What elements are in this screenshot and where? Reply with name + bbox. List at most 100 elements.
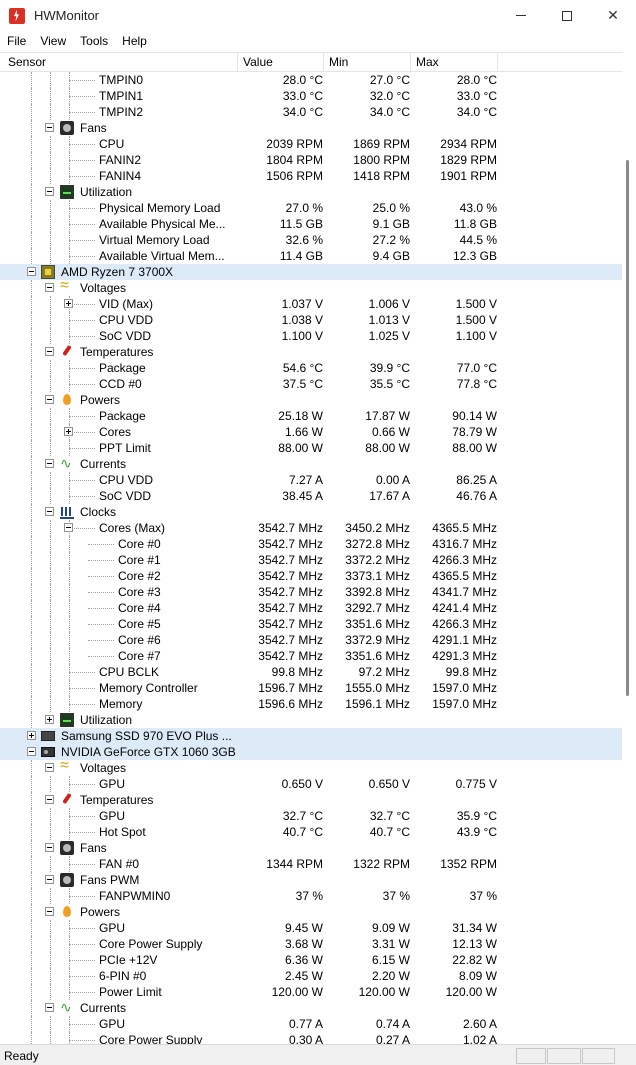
sensor-group-row[interactable]: Temperatures: [0, 344, 622, 360]
sensor-row[interactable]: CPU 2039 RPM 1869 RPM 2934 RPM: [0, 136, 622, 152]
collapse-icon[interactable]: [45, 795, 54, 804]
sensor-row[interactable]: Core #6 3542.7 MHz 3372.9 MHz 4291.1 MHz: [0, 632, 622, 648]
vertical-scrollbar[interactable]: [622, 52, 636, 1044]
maximize-button[interactable]: [544, 0, 590, 31]
sensor-row[interactable]: 6-PIN #0 2.45 W 2.20 W 8.09 W: [0, 968, 622, 984]
column-min[interactable]: Min: [324, 53, 411, 72]
sensor-row[interactable]: Cores (Max) 3542.7 MHz 3450.2 MHz 4365.5 MH…: [0, 520, 622, 536]
sensor-group-row[interactable]: Voltages: [0, 278, 622, 296]
device-row[interactable]: NVIDIA GeForce GTX 1060 3GB: [0, 744, 622, 760]
sensor-row[interactable]: CPU VDD 1.038 V 1.013 V 1.500 V: [0, 312, 622, 328]
sensor-row[interactable]: Virtual Memory Load 32.6 % 27.2 % 44.5 %: [0, 232, 622, 248]
collapse-icon[interactable]: [45, 507, 54, 516]
sensor-row[interactable]: Package 25.18 W 17.87 W 90.14 W: [0, 408, 622, 424]
sensor-row[interactable]: CPU VDD 7.27 A 0.00 A 86.25 A: [0, 472, 622, 488]
sensor-row[interactable]: Memory 1596.6 MHz 1596.1 MHz 1597.0 MHz: [0, 696, 622, 712]
expand-icon[interactable]: [64, 299, 73, 308]
sensor-max: 90.14 W: [452, 409, 497, 423]
sensor-row[interactable]: SoC VDD 1.100 V 1.025 V 1.100 V: [0, 328, 622, 344]
sensor-row[interactable]: Core Power Supply 3.68 W 3.31 W 12.13 W: [0, 936, 622, 952]
scrollbar-thumb[interactable]: [626, 160, 629, 696]
sensor-group-row[interactable]: Currents: [0, 455, 622, 472]
sensor-row[interactable]: Hot Spot 40.7 °C 40.7 °C 43.9 °C: [0, 824, 622, 840]
sensor-row[interactable]: Package 54.6 °C 39.9 °C 77.0 °C: [0, 360, 622, 376]
sensor-min: 9.1 GB: [372, 217, 410, 231]
sensor-row[interactable]: FANIN2 1804 RPM 1800 RPM 1829 RPM: [0, 152, 622, 168]
tree-guide-line: [69, 648, 70, 664]
column-value[interactable]: Value: [238, 53, 324, 72]
collapse-icon[interactable]: [45, 763, 54, 772]
sensor-row[interactable]: Power Limit 120.00 W 120.00 W 120.00 W: [0, 984, 622, 1000]
collapse-icon[interactable]: [27, 747, 36, 756]
sensor-group-row[interactable]: Currents: [0, 999, 622, 1016]
sensor-row[interactable]: Cores 1.66 W 0.66 W 78.79 W: [0, 424, 622, 440]
expand-icon[interactable]: [27, 731, 36, 740]
sensor-group-row[interactable]: Utilization: [0, 184, 622, 200]
sensor-row[interactable]: PPT Limit 88.00 W 88.00 W 88.00 W: [0, 440, 622, 456]
sensor-row[interactable]: GPU 9.45 W 9.09 W 31.34 W: [0, 920, 622, 936]
sensor-group-row[interactable]: Utilization: [0, 712, 622, 728]
sensor-group-row[interactable]: Clocks: [0, 504, 622, 520]
collapse-icon[interactable]: [45, 1003, 54, 1012]
sensor-group-row[interactable]: Temperatures: [0, 792, 622, 808]
sensor-row[interactable]: GPU 0.650 V 0.650 V 0.775 V: [0, 776, 622, 792]
sensor-row[interactable]: Core #3 3542.7 MHz 3392.8 MHz 4341.7 MHz: [0, 584, 622, 600]
collapse-icon[interactable]: [45, 187, 54, 196]
sensor-row[interactable]: FANPWMIN0 37 % 37 % 37 %: [0, 888, 622, 904]
close-button[interactable]: ✕: [590, 0, 636, 31]
device-row[interactable]: AMD Ryzen 7 3700X: [0, 264, 622, 280]
sensor-row[interactable]: TMPIN1 33.0 °C 32.0 °C 33.0 °C: [0, 88, 622, 104]
sensor-row[interactable]: Core #4 3542.7 MHz 3292.7 MHz 4241.4 MHz: [0, 600, 622, 616]
device-row[interactable]: Samsung SSD 970 EVO Plus ...: [0, 728, 622, 744]
collapse-icon[interactable]: [64, 523, 73, 532]
sensor-row[interactable]: VID (Max) 1.037 V 1.006 V 1.500 V: [0, 296, 622, 312]
sensor-row[interactable]: FANIN4 1506 RPM 1418 RPM 1901 RPM: [0, 168, 622, 184]
sensor-row[interactable]: CPU BCLK 99.8 MHz 97.2 MHz 99.8 MHz: [0, 664, 622, 680]
collapse-icon[interactable]: [45, 875, 54, 884]
sensor-row[interactable]: TMPIN2 34.0 °C 34.0 °C 34.0 °C: [0, 104, 622, 120]
sensor-row[interactable]: Physical Memory Load 27.0 % 25.0 % 43.0 %: [0, 200, 622, 216]
sensor-row[interactable]: CCD #0 37.5 °C 35.5 °C 77.8 °C: [0, 376, 622, 392]
sensor-row[interactable]: GPU 32.7 °C 32.7 °C 35.9 °C: [0, 808, 622, 824]
sensor-row[interactable]: Core #7 3542.7 MHz 3351.6 MHz 4291.3 MHz: [0, 648, 622, 664]
collapse-icon[interactable]: [45, 347, 54, 356]
sensor-group-row[interactable]: Fans: [0, 120, 622, 136]
column-max[interactable]: Max: [411, 53, 498, 72]
sensor-group-row[interactable]: Voltages: [0, 758, 622, 776]
sensor-row[interactable]: GPU 0.77 A 0.74 A 2.60 A: [0, 1016, 622, 1032]
collapse-icon[interactable]: [45, 123, 54, 132]
sensor-group-row[interactable]: Powers: [0, 904, 622, 920]
sensor-row[interactable]: PCIe +12V 6.36 W 6.15 W 22.82 W: [0, 952, 622, 968]
minimize-button[interactable]: [498, 0, 544, 31]
sensor-row[interactable]: Available Physical Me... 11.5 GB 9.1 GB 11.…: [0, 216, 622, 232]
sensor-row[interactable]: Core #2 3542.7 MHz 3373.1 MHz 4365.5 MHz: [0, 568, 622, 584]
sensor-row[interactable]: TMPIN0 28.0 °C 27.0 °C 28.0 °C: [0, 72, 622, 88]
sensor-row[interactable]: Core #5 3542.7 MHz 3351.6 MHz 4266.3 MHz: [0, 616, 622, 632]
menu-view[interactable]: View: [33, 34, 73, 48]
menu-tools[interactable]: Tools: [73, 34, 115, 48]
sensor-group-row[interactable]: Powers: [0, 392, 622, 408]
expand-icon[interactable]: [45, 715, 54, 724]
sensor-row[interactable]: Core Power Supply 0.30 A 0.27 A 1.02 A: [0, 1032, 622, 1044]
collapse-icon[interactable]: [45, 907, 54, 916]
collapse-icon[interactable]: [27, 267, 36, 276]
column-sensor[interactable]: Sensor: [0, 53, 238, 72]
collapse-icon[interactable]: [45, 395, 54, 404]
sensor-row[interactable]: SoC VDD 38.45 A 17.67 A 46.76 A: [0, 488, 622, 504]
collapse-icon[interactable]: [45, 459, 54, 468]
sensor-row[interactable]: Memory Controller 1596.7 MHz 1555.0 MHz 159…: [0, 680, 622, 696]
sensor-row[interactable]: Available Virtual Mem... 11.4 GB 9.4 GB 12.…: [0, 248, 622, 264]
tree-guide-line: [31, 104, 32, 120]
sensor-row[interactable]: FAN #0 1344 RPM 1322 RPM 1352 RPM: [0, 856, 622, 872]
expand-icon[interactable]: [64, 427, 73, 436]
sensor-value: 0.77 A: [288, 1017, 323, 1031]
tree-guide-line: [50, 968, 51, 984]
sensor-group-row[interactable]: Fans: [0, 840, 622, 856]
sensor-group-row[interactable]: Fans PWM: [0, 872, 622, 888]
menu-file[interactable]: File: [0, 34, 33, 48]
collapse-icon[interactable]: [45, 843, 54, 852]
sensor-row[interactable]: Core #0 3542.7 MHz 3272.8 MHz 4316.7 MHz: [0, 536, 622, 552]
menu-help[interactable]: Help: [115, 34, 154, 48]
collapse-icon[interactable]: [45, 283, 54, 292]
sensor-row[interactable]: Core #1 3542.7 MHz 3372.2 MHz 4266.3 MHz: [0, 552, 622, 568]
